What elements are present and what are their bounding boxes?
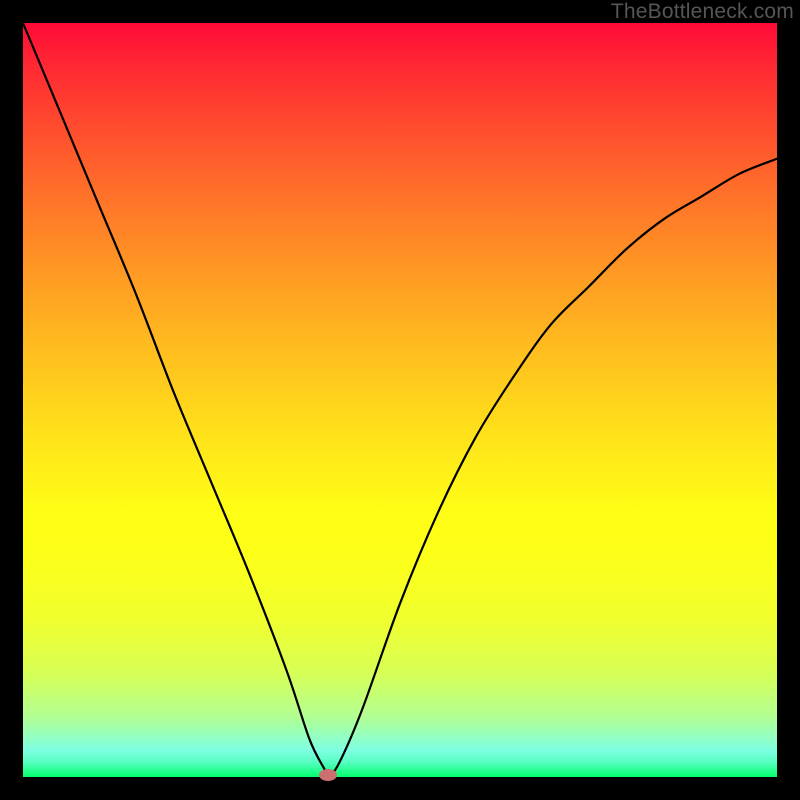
watermark-text: TheBottleneck.com [611, 0, 794, 24]
chart-plot-area [23, 23, 777, 777]
optimum-marker [319, 769, 337, 781]
